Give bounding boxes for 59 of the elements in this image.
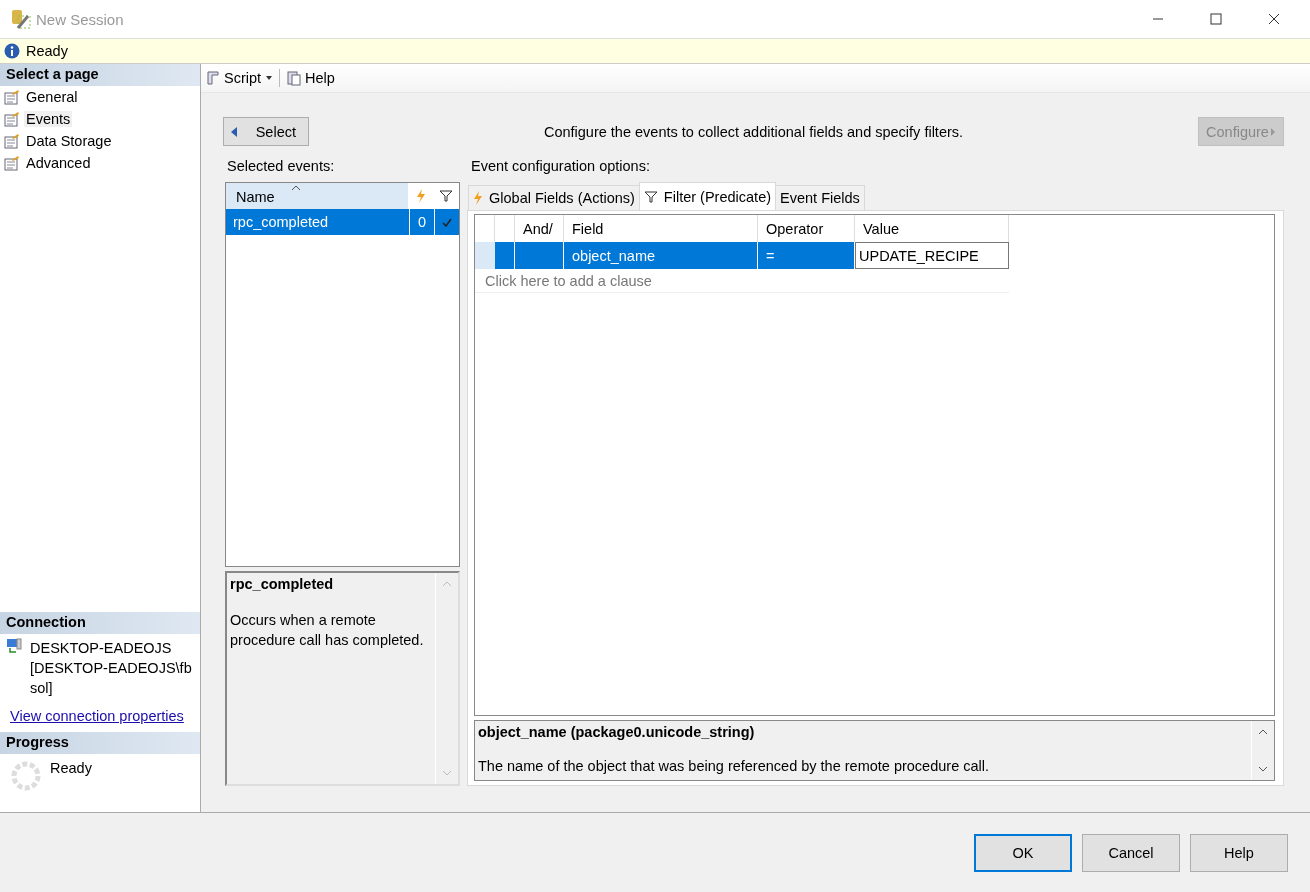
maximize-icon[interactable] xyxy=(1210,13,1222,25)
page-icon xyxy=(4,155,20,171)
section-label: Event configuration options: xyxy=(470,158,651,176)
lightning-icon xyxy=(473,191,483,205)
table-cell: object_name xyxy=(564,242,758,269)
table-cell: = xyxy=(758,242,855,269)
progress-status: Ready xyxy=(50,760,92,776)
arrow-icon xyxy=(1269,126,1276,137)
select-button[interactable]: Select xyxy=(223,117,309,146)
user-name: [DESKTOP-EADEOJS\fbsol] xyxy=(30,659,192,698)
value-field[interactable]: UPDATE_RECIPE xyxy=(855,242,1009,269)
dialog-button[interactable]: Cancel xyxy=(1082,833,1180,872)
section-label: Selected events: xyxy=(226,158,336,176)
window-title: New Session xyxy=(36,10,125,28)
scroll-down-icon[interactable] xyxy=(1258,766,1268,772)
dialog-button[interactable]: OK xyxy=(974,833,1072,872)
tab[interactable]: Event Fields xyxy=(775,185,865,210)
page-item[interactable]: Data Storage xyxy=(24,133,114,149)
action-count: 0 xyxy=(409,209,434,235)
status-text: Ready xyxy=(26,43,68,59)
page-item[interactable]: Advanced xyxy=(24,155,93,171)
add-clause-hint[interactable]: Click here to add a clause xyxy=(485,272,652,289)
instructions: Configure the events to collect additional fields and specify filters. xyxy=(542,123,965,140)
section-header: Progress xyxy=(0,732,200,754)
page-icon xyxy=(4,111,20,127)
dropdown-icon[interactable] xyxy=(265,75,274,81)
session-icon xyxy=(10,8,32,30)
description-text: The name of the object that was being referenced by the remote procedure call. xyxy=(478,758,991,774)
tab[interactable]: Filter (Predicate) xyxy=(638,182,777,210)
spinner-icon xyxy=(10,760,42,792)
server-icon xyxy=(6,638,22,654)
scroll-up-icon[interactable] xyxy=(1258,729,1268,735)
lightning-icon xyxy=(416,189,426,203)
clause-row[interactable]: object_name = UPDATE_RECIPE xyxy=(475,242,1274,269)
filter-icon xyxy=(439,190,453,202)
sort-icon xyxy=(291,185,301,191)
description-text: Occurs when a remote procedure call has completed. xyxy=(230,611,425,650)
page-icon xyxy=(4,133,20,149)
description-title: object_name (package0.unicode_string) xyxy=(478,724,756,740)
dialog-button[interactable]: Help xyxy=(1190,833,1288,872)
description-title: rpc_completed xyxy=(230,576,335,592)
page-item[interactable]: General xyxy=(24,89,80,105)
help-button[interactable]: Help xyxy=(286,70,335,86)
section-header: Connection xyxy=(0,612,200,634)
event-row[interactable]: rpc_completed 0 xyxy=(226,209,459,235)
page-item[interactable]: Events xyxy=(24,111,73,127)
event-name: rpc_completed xyxy=(232,214,330,230)
help-icon xyxy=(286,70,303,86)
section-header: Select a page xyxy=(0,64,200,86)
back-arrow-icon xyxy=(230,125,238,138)
filter-icon xyxy=(643,190,658,203)
info-icon xyxy=(4,43,20,59)
script-button[interactable]: Script xyxy=(205,70,262,86)
scroll-icon xyxy=(205,70,221,86)
server-name: DESKTOP-EADEOJS xyxy=(30,639,173,658)
page-icon xyxy=(4,89,20,105)
connection-link[interactable]: View connection properties xyxy=(0,702,200,732)
tab[interactable]: Global Fields (Actions) xyxy=(468,185,640,210)
close-icon[interactable] xyxy=(1268,13,1280,25)
